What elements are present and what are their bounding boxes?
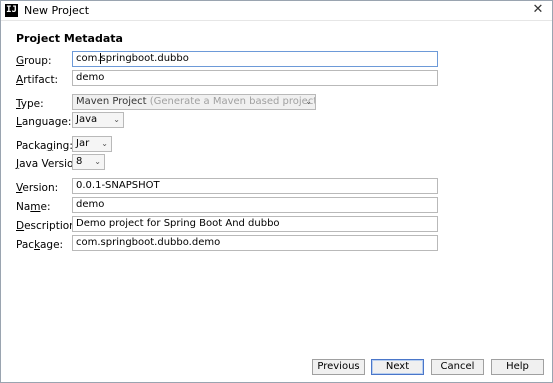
close-icon[interactable]: ✕ [530, 2, 546, 17]
new-project-dialog: IJ New Project ✕ Project Metadata Group:… [0, 0, 553, 383]
version-field[interactable]: 0.0.1-SNAPSHOT [72, 178, 438, 194]
java-version-select[interactable]: 8 ⌄ [72, 154, 105, 170]
name-field[interactable]: demo [72, 197, 438, 213]
group-label: Group: [16, 55, 52, 67]
name-label: Name: [16, 201, 51, 213]
chevron-down-icon: ⌄ [94, 157, 101, 166]
next-button[interactable]: Next [371, 359, 424, 375]
artifact-field[interactable]: demo [72, 70, 438, 86]
language-select[interactable]: Java ⌄ [72, 112, 124, 128]
package-label: Package: [16, 239, 64, 251]
description-label: Description: [16, 220, 80, 232]
package-field[interactable]: com.springboot.dubbo.demo [72, 235, 438, 251]
title-bar: IJ New Project ✕ [1, 1, 552, 21]
artifact-label: Artifact: [16, 74, 59, 86]
packaging-select[interactable]: Jar ⌄ [72, 136, 112, 152]
packaging-label: Packaging: [16, 140, 73, 152]
type-select[interactable]: Maven Project (Generate a Maven based pr… [72, 94, 316, 110]
help-button[interactable]: Help [491, 359, 544, 375]
chevron-down-icon: ⌄ [113, 115, 120, 124]
type-label: Type: [16, 98, 44, 110]
description-field[interactable]: Demo project for Spring Boot And dubbo [72, 216, 438, 232]
language-label: Language: [16, 116, 72, 128]
version-label: Version: [16, 182, 59, 194]
cancel-button[interactable]: Cancel [431, 359, 484, 375]
section-title: Project Metadata [16, 32, 123, 45]
type-hint: (Generate a Maven based project archive.… [149, 96, 316, 107]
chevron-down-icon: ⌄ [101, 139, 108, 148]
intellij-app-icon: IJ [5, 4, 18, 17]
chevron-down-icon: ⌄ [305, 97, 312, 106]
window-title: New Project [24, 4, 90, 17]
group-field[interactable]: com.springboot.dubbo [72, 51, 438, 67]
previous-button[interactable]: Previous [312, 359, 365, 375]
